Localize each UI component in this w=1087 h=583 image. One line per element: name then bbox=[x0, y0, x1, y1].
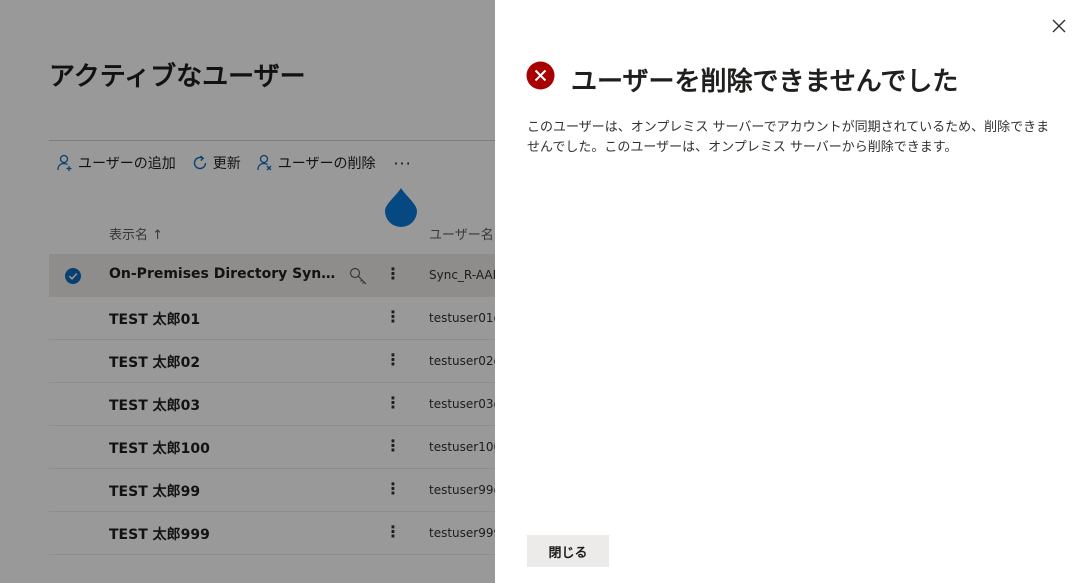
close-button[interactable]: 閉じる bbox=[527, 535, 609, 567]
error-dialog-panel: ユーザーを削除できませんでした このユーザーは、オンプレミス サーバーでアカウン… bbox=[495, 0, 1087, 583]
error-circle-icon bbox=[526, 61, 555, 90]
dialog-title: ユーザーを削除できませんでした bbox=[571, 67, 959, 97]
dialog-message: このユーザーは、オンプレミス サーバーでアカウントが同期されているため、削除でき… bbox=[527, 120, 1050, 155]
close-icon[interactable] bbox=[1050, 17, 1068, 35]
